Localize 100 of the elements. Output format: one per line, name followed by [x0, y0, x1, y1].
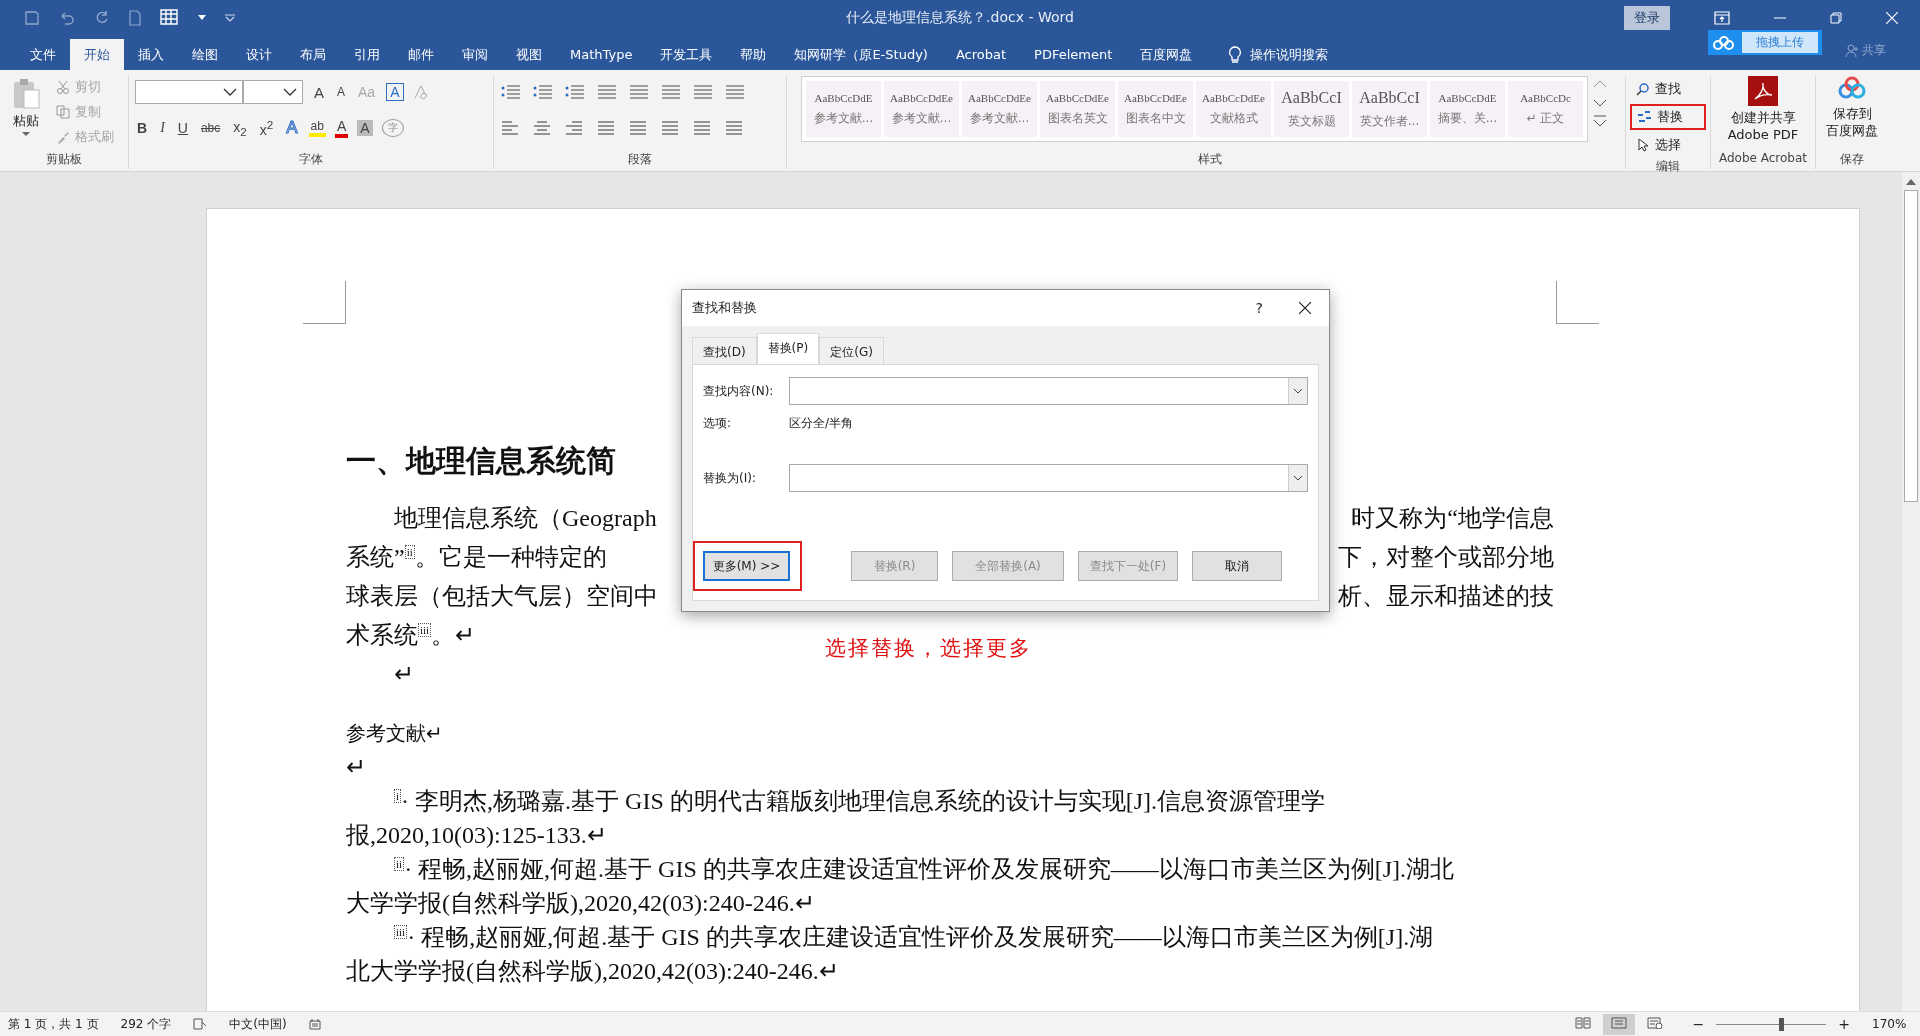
font-format-button[interactable]: ab — [308, 119, 326, 137]
style-tile[interactable]: AaBbCcDdEe 参考文献... — [962, 81, 1037, 137]
save-icon[interactable] — [24, 10, 40, 26]
dropdown-button[interactable] — [1288, 378, 1307, 404]
print-layout-button[interactable] — [1602, 1013, 1635, 1035]
font-size-dropdown[interactable] — [243, 80, 303, 104]
tell-me-search[interactable]: 操作说明搜索 — [1250, 45, 1329, 64]
style-tile[interactable]: AaBbCcDdEe 参考文献... — [884, 81, 959, 137]
help-button[interactable]: ? — [1255, 300, 1263, 316]
book-icon — [1574, 1016, 1591, 1029]
globe-page-icon — [1646, 1016, 1663, 1029]
ribbon-tab[interactable]: 引用 — [340, 39, 394, 70]
scroll-up-icon[interactable] — [1906, 178, 1916, 186]
style-tile[interactable]: AaBbCcDdEe 图表名英文 — [1040, 81, 1115, 137]
clipboard-icon — [11, 78, 41, 110]
dialog-title: 查找和替换 — [692, 299, 757, 317]
ribbon-tab[interactable]: 邮件 — [394, 39, 448, 70]
font-format-button[interactable]: A — [357, 120, 373, 136]
table-icon[interactable] — [160, 9, 180, 27]
paragraph-mark: ↵ — [346, 754, 366, 780]
ribbon-tab[interactable]: 视图 — [502, 39, 556, 70]
dialog-tab[interactable]: 替换(P) — [756, 333, 820, 364]
reference-text: 报,2020,10(03):125-133.↵ — [346, 822, 607, 848]
proofing-icon[interactable] — [193, 1018, 208, 1030]
font-format-button[interactable]: A — [386, 83, 404, 101]
font-format-button[interactable]: A — [335, 85, 348, 99]
ribbon-tab[interactable]: 插入 — [124, 39, 178, 70]
body-text: 地理信息系统（Geograph — [394, 504, 657, 533]
editing-command[interactable]: 替换 — [1630, 104, 1706, 130]
numbered-list-icon[interactable] — [532, 83, 554, 101]
replace-field[interactable] — [789, 464, 1308, 492]
chevron-down-icon — [1293, 388, 1303, 394]
style-tile[interactable]: AaBbCcDdEe 文献格式 — [1196, 81, 1271, 137]
caret-icon[interactable] — [198, 15, 206, 21]
font-format-button[interactable]: abc — [198, 121, 223, 135]
ribbon-tab[interactable]: MathType — [556, 39, 647, 70]
chevron-down-icon — [283, 88, 297, 96]
style-tile[interactable]: AaBbCcI 英文标题 — [1274, 81, 1349, 137]
find-field[interactable] — [789, 377, 1308, 405]
style-tile[interactable]: AaBbCcI 英文作者... — [1352, 81, 1427, 137]
close-icon[interactable] — [1299, 302, 1311, 314]
ribbon-tab[interactable]: 开始 — [70, 39, 124, 70]
ribbon-tab[interactable]: 绘图 — [178, 39, 232, 70]
create-pdf-button[interactable]: 创建并共享 Adobe PDF — [1727, 76, 1799, 151]
group-label: 段落 — [628, 152, 652, 166]
clear-formatting-icon[interactable] — [412, 84, 429, 100]
editing-command[interactable]: 查找 — [1630, 76, 1706, 102]
dialog-tab[interactable]: 查找(D) — [692, 337, 757, 364]
style-tile[interactable]: AaBbCcDdE 参考文献... — [806, 81, 881, 137]
font-format-button[interactable]: I — [158, 120, 167, 136]
ribbon-tab[interactable]: 百度网盘 — [1126, 39, 1207, 70]
dialog-tab[interactable]: 定位(G) — [819, 337, 884, 364]
options-value: 区分全/半角 — [789, 415, 854, 432]
font-format-button[interactable]: x$^{2}$ — [257, 118, 276, 138]
dropdown-button[interactable] — [1288, 465, 1307, 491]
body-text: 术系统$^{iii}$。↵ — [346, 621, 476, 650]
style-tile[interactable]: AaBbCcDdEe 图表名中文 — [1118, 81, 1193, 137]
scrollbar-thumb[interactable] — [1904, 190, 1918, 502]
group-label: 编辑 — [1656, 159, 1680, 173]
ribbon-tab[interactable]: 审阅 — [448, 39, 502, 70]
font-format-button[interactable]: U — [175, 120, 190, 136]
reference-text: $^{ii}$· 程畅,赵丽娅,何超.基于 GIS 的共享农庄建设适宜性评价及发展研究——以海口市美兰区为例[J].湖北 — [394, 856, 1455, 882]
login-button[interactable]: 登录 — [1624, 6, 1670, 30]
new-document-icon[interactable] — [128, 10, 142, 26]
editing-command[interactable]: 选择 — [1630, 132, 1706, 158]
ribbon-tab[interactable]: 知网研学（原E-Study) — [780, 39, 942, 70]
font-name-dropdown[interactable] — [135, 80, 243, 104]
macro-icon[interactable] — [308, 1018, 321, 1030]
style-tile[interactable]: AaBbCcDdE 摘要、关... — [1430, 81, 1505, 137]
ribbon-tab[interactable]: PDFelement — [1020, 39, 1127, 70]
person-icon — [1845, 43, 1859, 58]
ribbon-tab[interactable]: 开发工具 — [646, 39, 727, 70]
font-format-button[interactable]: x$_{2}$ — [231, 118, 249, 138]
language-indicator[interactable]: 中文(中国) — [229, 1015, 287, 1033]
ribbon-tab[interactable]: Acrobat — [941, 39, 1021, 70]
ribbon-tab[interactable]: 设计 — [232, 39, 286, 70]
more-button[interactable]: 更多(M) >> — [703, 551, 790, 581]
window-title: 什么是地理信息系统？.docx - Word — [846, 9, 1074, 27]
zoom-out-button[interactable]: − — [1692, 1016, 1705, 1032]
redo-icon[interactable] — [94, 10, 110, 26]
paste-button[interactable]: 粘贴 — [6, 76, 46, 151]
dialog-button[interactable]: 取消 — [1192, 551, 1282, 581]
zoom-in-button[interactable]: + — [1838, 1016, 1850, 1032]
save-to-cloud-button[interactable]: 保存到 百度网盘 — [1826, 76, 1878, 151]
multilevel-list-icon[interactable] — [564, 83, 586, 101]
style-tile[interactable]: AaBbCcDc ↵ 正文 — [1508, 81, 1583, 137]
font-format-button[interactable]: B — [135, 120, 150, 136]
restore-icon[interactable] — [1830, 12, 1842, 24]
bullet-list-icon[interactable] — [500, 83, 522, 101]
ribbon-display-icon[interactable] — [1714, 11, 1730, 25]
font-format-button[interactable]: A — [334, 118, 349, 138]
ribbon-tab[interactable]: 帮助 — [726, 39, 781, 70]
ribbon-tab[interactable]: 文件 — [16, 39, 70, 70]
font-format-button[interactable]: A — [312, 83, 326, 101]
customize-icon[interactable] — [224, 14, 236, 22]
group-label: Adobe Acrobat — [1718, 151, 1808, 165]
lightbulb-icon[interactable] — [1228, 45, 1243, 64]
zoom-level[interactable]: 170% — [1872, 1017, 1912, 1031]
annotation-text: 选择替换，选择更多 — [825, 635, 1032, 662]
ribbon-tab[interactable]: 布局 — [286, 39, 340, 70]
